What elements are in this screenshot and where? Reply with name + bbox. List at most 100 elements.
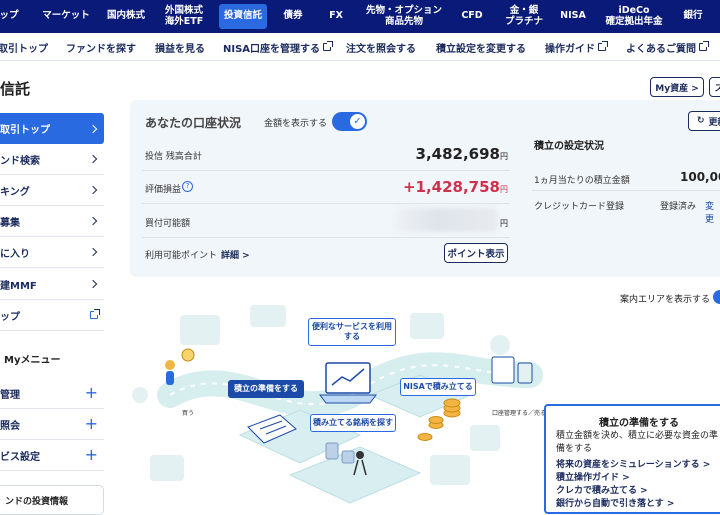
kiosk-icon [491,356,533,384]
subnav-label: よくあるご質問 [626,43,696,55]
points-detail-link[interactable]: 詳細 > [221,248,250,261]
show-points-button[interactable]: ポイント表示 [444,243,508,263]
nav-gold-silver[interactable]: 金・銀 プラチナ [498,0,550,33]
guide-link-operation-guide[interactable]: 積立操作ガイド > [556,470,630,483]
nav-futures-options[interactable]: 先物・オプション 商品先物 [360,0,448,33]
sidebar-item-ranking[interactable]: キング [0,175,104,206]
refresh-label: 更新 [708,117,720,128]
chevron-right-icon [88,247,98,257]
sidebar-item-label: に入り [0,248,30,260]
tag-prepare-reserve[interactable]: 積立の準備をする [228,380,304,398]
guide-title: 積立の準備をする [599,418,679,429]
refresh-icon: ↻ [697,116,705,126]
credit-card-change-link[interactable]: 変更 [705,199,720,225]
sidebar-item-label: 取引トップ [0,125,50,136]
buy-label: 買う [182,410,194,417]
chevron-right-icon [88,124,98,133]
valuation-pnl-unit: 円 [500,185,508,194]
nav-market[interactable]: マーケット [36,0,96,33]
guide-description: 積立金額を決め、積立に必要な資金の準備をする [556,431,719,455]
sidebar-menu-inquiry[interactable]: 照会 + [0,409,104,440]
buying-power-unit: 円 [500,219,508,228]
sidebar-item-shop[interactable]: ップ [0,300,104,331]
plus-icon: + [84,383,98,402]
page-title: 信託 [0,80,31,98]
nav-foreign-stock[interactable]: 外国株式 海外ETF [158,0,210,33]
nav-cfd[interactable]: CFD [454,0,490,33]
subnav-find-fund[interactable]: ファンドを探す [66,33,136,61]
sidebar-item-label: キング [0,186,30,198]
guide-link-credit-card[interactable]: クレカで積み立てる > [556,483,648,496]
lightbulb-icon [181,348,195,362]
subnav-order-inquiry[interactable]: 注文を照会する [346,33,416,61]
help-icon[interactable]: ? [182,181,193,192]
nav-ideco[interactable]: iDeCo 確定拠出年金 [598,0,670,33]
nav-fx[interactable]: FX [320,0,352,33]
sidebar-menu-manage[interactable]: 管理 + [0,378,104,409]
subnav-change-reserve[interactable]: 積立設定を変更する [436,33,526,61]
account-status-title: あなたの口座状況 [145,116,242,130]
subnav-guide[interactable]: 操作ガイド [545,33,608,61]
external-link-icon [90,309,100,319]
guide-link-bank-debit[interactable]: 銀行から自動で引き落とす > [556,496,674,509]
nav-investment-trust[interactable]: 投資信託 [219,4,267,29]
check-icon: ✓ [350,114,365,129]
subnav-trade-top[interactable]: 取引トップ [0,33,48,61]
valuation-pnl-label: 評価損益 [145,185,182,195]
nav-domestic-stock[interactable]: 国内株式 [100,0,152,33]
sidebar-item-fund-search[interactable]: ンド検索 [0,144,104,175]
sidebar-item-offering[interactable]: 募集 [0,206,104,237]
my-assets-button[interactable]: My資産 > [650,77,704,97]
sidebar-item-trade-top[interactable]: 取引トップ [0,113,104,144]
subnav-label: NISA口座を管理する [223,43,321,55]
divider [532,190,720,191]
tag-nisa-reserve[interactable]: NISAで積み立てる [400,378,476,396]
sub-navigation: 取引トップ ファンドを探す 損益を見る NISA口座を管理する 注文を照会する … [0,33,720,61]
guide-link-simulation[interactable]: 将来の資産をシミュレーションする > [556,457,710,470]
valuation-pnl-value: +1,428,758 [402,178,500,196]
total-balance-label: 投信 残高合計 [145,152,202,162]
masked-value [395,208,498,232]
subnav-label: 操作ガイド [545,43,595,55]
refresh-button[interactable]: ↻更新 [688,111,720,131]
nav-nisa[interactable]: NISA [556,0,590,33]
subnav-view-pnl[interactable]: 損益を見る [155,33,205,61]
sidebar-item-favorites[interactable]: に入り [0,237,104,268]
subnav-faq[interactable]: よくあるご質問 [626,33,709,61]
chevron-right-icon [88,279,98,289]
nav-bank[interactable]: 銀行 [676,0,710,33]
fund-info-card[interactable]: ンドの投資情報 [0,485,104,515]
subnav-label: 取引トップ [0,43,48,55]
sidebar-item-label: ンド検索 [0,155,40,167]
top-navigation: ップ マーケット 国内株式 外国株式 海外ETF 投資信託 債券 FX 先物・オ… [0,0,720,33]
subnav-label: ファンドを探す [66,43,136,55]
laptop-icon [319,362,377,404]
total-balance-value: 3,482,698 [415,145,500,163]
subnav-label: 注文を照会する [346,43,416,55]
show-amount-toggle[interactable]: ✓ [332,112,367,131]
external-link-icon [598,41,608,51]
total-balance-unit: 円 [500,152,508,161]
subnav-manage-nisa[interactable]: NISA口座を管理する [223,33,334,61]
guide-area-toggle[interactable] [713,290,720,304]
plus-icon: + [84,414,98,433]
divider [142,170,510,171]
nav-bonds[interactable]: 債券 [276,0,310,33]
nav-top[interactable]: ップ [0,0,24,33]
manage-sell-label: 口座管理する／売る [492,409,546,417]
header-button-cut[interactable]: ス [709,77,720,97]
subnav-label: 損益を見る [155,43,205,55]
external-link-icon [323,41,334,51]
sidebar-menu-service-settings[interactable]: ビス設定 + [0,440,104,471]
guide-area-label: 案内エリアを表示する [620,295,711,305]
monthly-reserve-label: 1ヵ月当たりの積立金額 [534,176,630,186]
divider [142,203,510,204]
tag-find-funds[interactable]: 積み立てる銘柄を探す [310,414,396,432]
tag-use-services[interactable]: 便利なサービスを利用する [308,318,396,346]
sidebar-item-label: 募集 [0,217,20,229]
external-link-icon [699,41,709,51]
sidebar-item-mmf[interactable]: 建MMF [0,269,104,300]
sidebar-item-label: ップ [0,311,20,323]
sidebar-item-label: 照会 [0,420,20,432]
plus-icon: + [84,445,98,464]
